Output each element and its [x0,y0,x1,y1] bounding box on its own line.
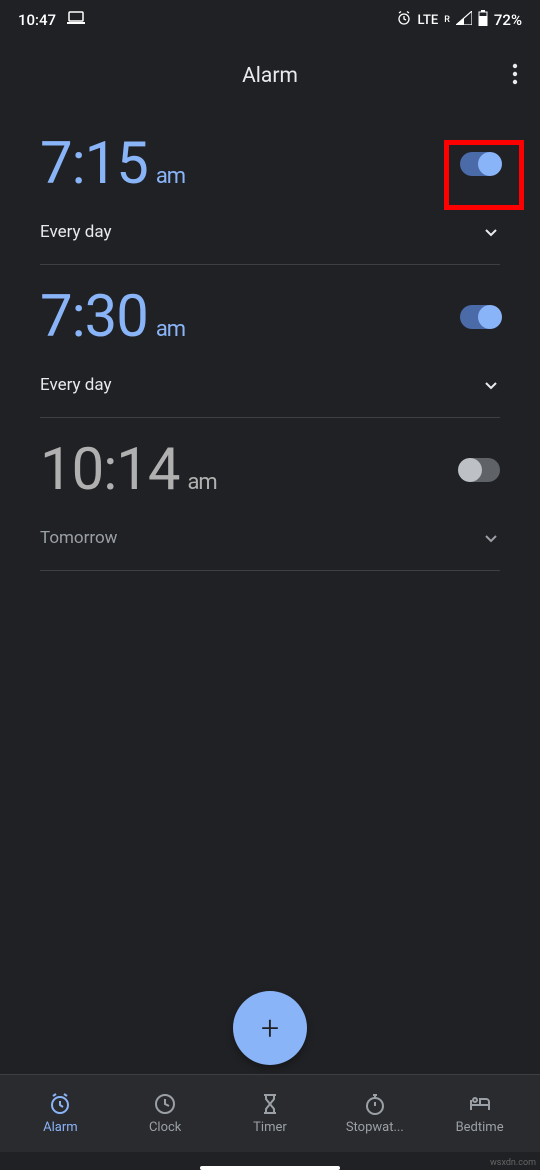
alarm-schedule: Every day [40,222,112,242]
home-indicator [200,1166,340,1170]
page-title: Alarm [242,64,298,88]
bed-icon [468,1092,492,1116]
alarm-ampm: am [156,317,185,342]
chevron-down-icon[interactable] [482,529,500,547]
plus-icon: + [261,1012,279,1044]
alarm-time[interactable]: 7:30 am [40,283,185,351]
alarm-time-value: 7:15 [40,130,148,198]
alarm-time[interactable]: 10:14 am [40,436,217,504]
alarm-item[interactable]: 7:15 am Every day [0,112,540,265]
watermark: wsxdn.com [490,1158,536,1168]
nav-label: Clock [149,1120,181,1135]
chevron-down-icon[interactable] [482,376,500,394]
alarm-item[interactable]: 10:14 am Tomorrow [0,418,540,571]
alarm-toggle[interactable] [460,305,500,329]
bottom-nav: Alarm Clock Timer Stopwat... Bedtime [0,1074,540,1152]
add-alarm-fab[interactable]: + [233,991,307,1065]
network-label: LTE [418,13,439,28]
alarm-toggle[interactable] [460,152,500,176]
nav-label: Timer [253,1120,287,1135]
signal-icon [456,11,472,29]
alarm-list: 7:15 am Every day 7:30 am Every day [0,112,540,571]
nav-label: Stopwat... [346,1120,404,1135]
nav-label: Bedtime [456,1120,504,1135]
hourglass-icon [258,1092,282,1116]
nav-clock[interactable]: Clock [113,1092,218,1135]
chevron-down-icon[interactable] [482,223,500,241]
alarm-time[interactable]: 7:15 am [40,130,185,198]
alarm-ampm: am [187,470,216,495]
app-header: Alarm [0,40,540,112]
battery-icon [478,10,488,30]
alarm-ampm: am [156,164,185,189]
stopwatch-icon [363,1092,387,1116]
alarm-status-icon [396,10,412,30]
network-super: R [444,15,450,25]
alarm-time-value: 7:30 [40,283,148,351]
alarm-item[interactable]: 7:30 am Every day [0,265,540,418]
alarm-icon [48,1092,72,1116]
alarm-schedule: Every day [40,375,112,395]
status-time: 10:47 [18,11,56,29]
status-bar: 10:47 LTE R 72% [0,0,540,40]
battery-percent: 72% [494,11,522,29]
overflow-menu-button[interactable] [512,63,518,89]
alarm-schedule: Tomorrow [40,528,117,548]
nav-bedtime[interactable]: Bedtime [427,1092,532,1135]
alarm-time-value: 10:14 [40,436,179,504]
nav-stopwatch[interactable]: Stopwat... [322,1092,427,1135]
clock-icon [153,1092,177,1116]
alarm-toggle[interactable] [460,458,500,482]
laptop-icon [66,11,86,29]
nav-timer[interactable]: Timer [218,1092,323,1135]
nav-label: Alarm [43,1120,78,1135]
nav-alarm[interactable]: Alarm [8,1092,113,1135]
